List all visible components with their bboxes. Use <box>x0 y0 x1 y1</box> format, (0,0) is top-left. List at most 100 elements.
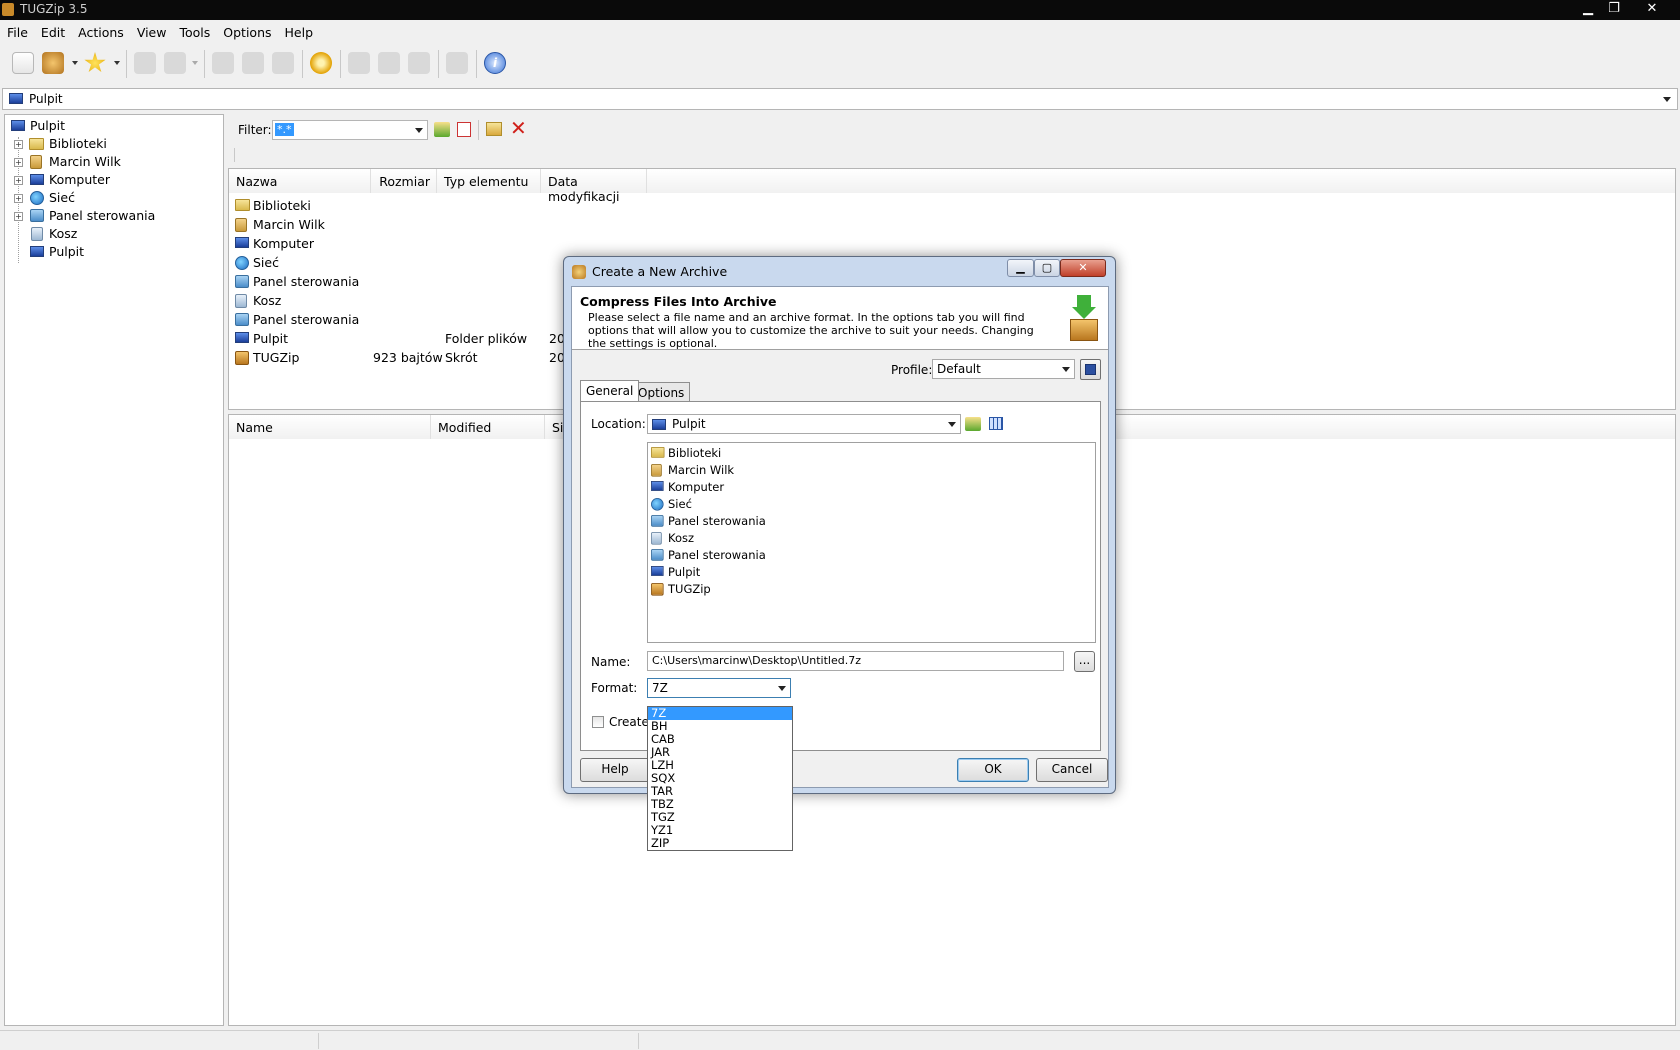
chevron-down-icon[interactable] <box>72 61 78 65</box>
menu-help[interactable]: Help <box>278 22 320 40</box>
address-bar[interactable]: Pulpit <box>2 88 1678 110</box>
menu-bar: File Edit Actions View Tools Options Help <box>0 22 1680 44</box>
list-item[interactable]: Marcin Wilk <box>650 462 1090 479</box>
up-folder-icon[interactable] <box>965 417 981 431</box>
tab-options[interactable]: Options <box>632 382 691 402</box>
new-archive-icon[interactable] <box>12 52 34 74</box>
save-profile-button[interactable] <box>1080 359 1101 380</box>
list-item-label: Sieć <box>668 497 692 511</box>
menu-actions[interactable]: Actions <box>71 22 130 40</box>
expand-icon[interactable]: + <box>14 158 23 167</box>
open-archive-icon[interactable] <box>42 52 64 74</box>
list-item[interactable]: Panel sterowania <box>650 513 1090 530</box>
list-view-icon[interactable] <box>989 417 1003 430</box>
apply-filter-icon[interactable] <box>434 122 450 137</box>
chevron-down-icon[interactable] <box>192 61 198 65</box>
toolbar-separator <box>204 50 205 78</box>
tree-item-komputer[interactable]: + Komputer <box>5 171 215 189</box>
chevron-down-icon[interactable] <box>778 686 786 691</box>
add-icon[interactable] <box>164 52 186 74</box>
tree-item-marcin-wilk[interactable]: + Marcin Wilk <box>5 153 215 171</box>
column-header-type[interactable]: Typ elementu <box>437 169 541 193</box>
column-header-name[interactable]: Name <box>229 415 431 439</box>
create-checkbox[interactable] <box>592 716 604 728</box>
ok-button[interactable]: OK <box>957 758 1029 782</box>
file-name: TUGZip <box>253 350 300 365</box>
menu-view[interactable]: View <box>130 22 173 40</box>
expand-icon[interactable]: + <box>14 212 23 221</box>
dialog-close-button[interactable]: ✕ <box>1060 259 1106 277</box>
file-row[interactable]: Biblioteki <box>233 196 1633 215</box>
format-select[interactable]: 7Z <box>647 678 791 698</box>
format-option-yz1[interactable]: YZ1 <box>648 824 792 837</box>
chevron-down-icon[interactable] <box>415 128 423 133</box>
calendar-icon[interactable] <box>457 122 471 137</box>
menu-options[interactable]: Options <box>216 22 277 40</box>
format-dropdown-list: 7Z BH CAB JAR LZH SQX TAR TBZ TGZ YZ1 ZI… <box>647 706 793 851</box>
tree-root-pulpit[interactable]: Pulpit <box>5 117 215 135</box>
compress-package-icon <box>1069 295 1099 341</box>
tree-item-pulpit[interactable]: Pulpit <box>5 243 215 261</box>
list-item[interactable]: Pulpit <box>650 564 1090 581</box>
tree-item-siec[interactable]: + Sieć <box>5 189 215 207</box>
column-header-date[interactable]: Data modyfikacji <box>541 169 647 204</box>
file-row[interactable]: Komputer <box>233 234 1633 253</box>
archive-name-input[interactable]: C:\Users\marcinw\Desktop\Untitled.7z <box>647 651 1064 671</box>
chevron-down-icon[interactable] <box>1062 367 1070 372</box>
format-option-zip[interactable]: ZIP <box>648 837 792 850</box>
list-item[interactable]: Biblioteki <box>650 445 1090 462</box>
extract-icon[interactable] <box>134 52 156 74</box>
name-label: Name: <box>591 655 631 669</box>
menu-edit[interactable]: Edit <box>34 22 71 40</box>
browse-button[interactable]: ... <box>1074 651 1095 672</box>
filter-input[interactable]: *.* <box>272 120 428 140</box>
format-option-7z[interactable]: 7Z <box>648 707 792 720</box>
column-header-size[interactable]: Rozmiar <box>371 169 437 193</box>
tree-item-panel-sterowania[interactable]: + Panel sterowania <box>5 207 215 225</box>
file-row[interactable]: Marcin Wilk <box>233 215 1633 234</box>
column-header-modified[interactable]: Modified <box>431 415 545 439</box>
favorites-star-icon[interactable] <box>84 52 106 73</box>
maximize-button[interactable]: ❐ <box>1602 0 1626 18</box>
cancel-button[interactable]: Cancel <box>1036 758 1108 782</box>
list-item[interactable]: Komputer <box>650 479 1090 496</box>
tree-item-kosz[interactable]: Kosz <box>5 225 215 243</box>
view-icon[interactable] <box>242 52 264 74</box>
list-item-label: Marcin Wilk <box>668 463 735 477</box>
new-folder-icon[interactable] <box>486 122 502 136</box>
list-item[interactable]: Panel sterowania <box>650 547 1090 564</box>
profile-select[interactable]: Default <box>932 359 1075 379</box>
delete-icon[interactable] <box>212 52 234 74</box>
list-item[interactable]: Sieć <box>650 496 1090 513</box>
format-label: Format: <box>591 681 638 695</box>
list-item[interactable]: Kosz <box>650 530 1090 547</box>
info-icon[interactable]: i <box>484 52 506 74</box>
convert-icon[interactable] <box>378 52 400 74</box>
settings-gear-icon[interactable] <box>310 52 332 74</box>
expand-icon[interactable]: + <box>14 140 23 149</box>
menu-tools[interactable]: Tools <box>172 22 216 40</box>
find-icon[interactable] <box>272 52 294 74</box>
chevron-down-icon[interactable] <box>948 422 956 427</box>
dialog-minimize-button[interactable]: ▁ <box>1007 259 1034 277</box>
tree-item-biblioteki[interactable]: + Biblioteki <box>5 135 215 153</box>
dialog-maximize-button[interactable]: ▢ <box>1034 259 1060 277</box>
column-header-name[interactable]: Nazwa <box>229 169 371 193</box>
checkmark-icon[interactable] <box>446 52 468 74</box>
tab-general[interactable]: General <box>580 380 640 401</box>
expand-icon[interactable]: + <box>14 194 23 203</box>
close-button[interactable]: ✕ <box>1640 0 1664 18</box>
chevron-down-icon[interactable] <box>1663 97 1671 102</box>
clear-filter-icon[interactable]: ✕ <box>510 116 527 140</box>
help-button[interactable]: Help <box>580 758 650 782</box>
test-icon[interactable] <box>348 52 370 74</box>
desktop-icon <box>652 419 666 430</box>
expand-icon[interactable]: + <box>14 176 23 185</box>
minimize-button[interactable]: ▁ <box>1576 0 1600 18</box>
location-select[interactable]: Pulpit <box>647 414 961 434</box>
menu-file[interactable]: File <box>0 22 34 40</box>
status-separator <box>318 1033 319 1049</box>
comment-icon[interactable] <box>408 52 430 74</box>
list-item[interactable]: TUGZip <box>650 581 1090 598</box>
chevron-down-icon[interactable] <box>114 61 120 65</box>
